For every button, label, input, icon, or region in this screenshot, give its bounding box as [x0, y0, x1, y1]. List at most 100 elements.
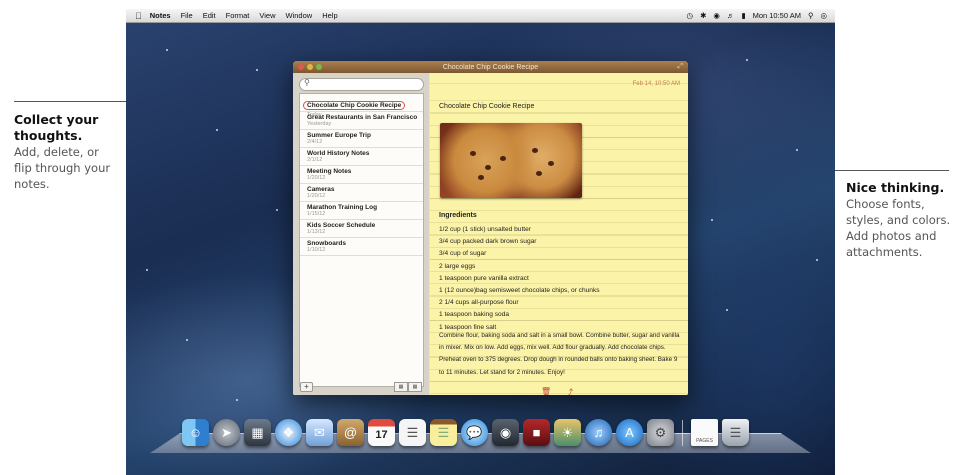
note-title: World History Notes	[307, 150, 370, 157]
note-title: Great Restaurants in San Francisco	[307, 114, 418, 121]
callout-collect-body: Add, delete, or flip through your notes.	[14, 145, 111, 191]
desktop-screen:  Notes File Edit Format View Window Hel…	[126, 9, 835, 475]
list-item[interactable]: Cameras 1/20/12	[300, 184, 423, 202]
safari-icon[interactable]: ❖	[275, 419, 302, 446]
dock-separator	[682, 420, 683, 446]
list-item[interactable]: Chocolate Chip Cookie Recipe Today	[300, 94, 423, 118]
volume-icon[interactable]: ♬	[727, 11, 735, 20]
note-date: 1/10/12	[307, 247, 326, 253]
ingredient-line: 3/4 cup packed dark brown sugar	[439, 238, 537, 246]
note-date: 2/1/12	[307, 157, 323, 163]
finder-icon[interactable]: ☺	[182, 419, 209, 446]
note-title: Cameras	[307, 186, 335, 193]
note-title: Snowboards	[307, 240, 347, 247]
contacts-icon[interactable]: @	[337, 419, 364, 446]
ingredient-line: 2 1/4 cups all-purpose flour	[439, 299, 519, 307]
apple-menu-icon[interactable]: 	[135, 11, 142, 21]
close-button[interactable]	[298, 64, 304, 70]
note-date: 2/4/12	[307, 139, 323, 145]
menu-clock[interactable]: Mon 10:50 AM	[753, 11, 801, 20]
share-icon[interactable]: ⤴	[565, 387, 573, 395]
fullscreen-icon[interactable]: ⤢	[677, 63, 683, 71]
ingredient-line: 1 teaspoon pure vanilla extract	[439, 274, 529, 282]
notes-window: Chocolate Chip Cookie Recipe ⤢ ⚲ Chocola…	[293, 61, 688, 395]
menu-file[interactable]: File	[181, 11, 193, 20]
callout-nice-thinking-title: Nice thinking.	[846, 180, 945, 195]
sidebar-toolbar: + ▦ ▦	[293, 382, 429, 395]
window-title: Chocolate Chip Cookie Recipe	[442, 63, 539, 71]
note-title: Kids Soccer Schedule	[307, 222, 376, 229]
menu-format[interactable]: Format	[226, 11, 250, 20]
menu-help[interactable]: Help	[322, 11, 337, 20]
iphoto-icon[interactable]: ☀	[554, 419, 581, 446]
notes-list[interactable]: Chocolate Chip Cookie Recipe Today Great…	[299, 93, 424, 387]
reminders-icon[interactable]: ☰	[399, 419, 426, 446]
note-date: 1/15/12	[307, 211, 326, 217]
ingredient-line: 1 (12 ounce)bag semisweet chocolate chip…	[439, 287, 600, 295]
note-date: Yesterday	[307, 121, 332, 127]
dock: ☺ ➤ ▦ ❖ ✉ @ 17 ☰ ☰ 💬 ◉ ■ ☀ ♫ A ⚙ PAGES ☰	[182, 414, 749, 446]
list-item[interactable]: Snowboards 1/10/12	[300, 238, 423, 256]
note-date: 1/13/12	[307, 229, 326, 235]
search-input[interactable]: ⚲	[299, 78, 424, 91]
bluetooth-icon[interactable]: ✱	[700, 11, 706, 20]
itunes-icon[interactable]: ♫	[585, 419, 612, 446]
time-machine-icon[interactable]: ◷	[687, 11, 694, 20]
launchpad-icon[interactable]: ➤	[213, 419, 240, 446]
messages-icon[interactable]: 💬	[461, 419, 488, 446]
list-item[interactable]: Marathon Training Log 1/15/12	[300, 202, 423, 220]
system-preferences-icon[interactable]: ⚙	[647, 419, 674, 446]
list-item[interactable]: Summer Europe Trip 2/4/12	[300, 130, 423, 148]
window-titlebar[interactable]: Chocolate Chip Cookie Recipe ⤢	[293, 61, 688, 73]
add-note-button[interactable]: +	[300, 382, 313, 392]
ingredient-line: 2 large eggs	[439, 262, 476, 270]
note-title: Meeting Notes	[307, 168, 352, 175]
spotlight-icon[interactable]: ⚲	[808, 11, 814, 20]
calendar-icon[interactable]: 17	[368, 419, 395, 446]
document-icon[interactable]: PAGES	[691, 419, 718, 446]
menu-bar:  Notes File Edit Format View Window Hel…	[126, 9, 835, 23]
directions-text: Combine flour, baking soda and salt in a…	[439, 332, 680, 376]
note-title: Summer Europe Trip	[307, 132, 371, 139]
trash-icon[interactable]: 🗑	[541, 387, 551, 395]
ingredient-line: 1/2 cup (1 stick) unsalted butter	[439, 226, 531, 233]
cookie-photo[interactable]	[440, 123, 582, 198]
callout-nice-thinking-body: Choose fonts, styles, and colors. Add ph…	[846, 197, 951, 259]
wifi-icon[interactable]: ◉	[713, 11, 720, 20]
photo-booth-icon[interactable]: ■	[523, 419, 550, 446]
note-toolbar: 🗑 ⤴	[541, 387, 573, 395]
menu-window[interactable]: Window	[286, 11, 313, 20]
note-timestamp: Feb 14, 10:50 AM	[632, 81, 680, 87]
note-title: Chocolate Chip Cookie Recipe	[303, 101, 406, 110]
battery-icon[interactable]: ▮	[741, 11, 745, 20]
callout-nice-thinking: Nice thinking. Choose fonts, styles, and…	[846, 180, 958, 260]
menu-edit[interactable]: Edit	[203, 11, 216, 20]
ingredients-list: 1/2 cup (1 stick) unsalted butter 3/4 cu…	[439, 224, 600, 334]
folders-view-icon[interactable]: ▦	[408, 382, 422, 392]
facetime-icon[interactable]: ◉	[492, 419, 519, 446]
note-date: 1/20/12	[307, 175, 326, 181]
notes-icon[interactable]: ☰	[430, 419, 457, 446]
menu-view[interactable]: View	[259, 11, 275, 20]
note-title: Marathon Training Log	[307, 204, 378, 211]
list-item[interactable]: World History Notes 2/1/12	[300, 148, 423, 166]
callout-collect: Collect your thoughts. Add, delete, or f…	[14, 112, 119, 192]
minimize-button[interactable]	[307, 64, 313, 70]
note-heading: Chocolate Chip Cookie Recipe	[439, 103, 535, 110]
note-date: 1/20/12	[307, 193, 326, 199]
zoom-button[interactable]	[316, 64, 322, 70]
notification-center-icon[interactable]: ◎	[820, 11, 827, 20]
list-item[interactable]: Meeting Notes 1/20/12	[300, 166, 423, 184]
ingredient-line: 1 teaspoon baking soda	[439, 311, 510, 319]
list-item[interactable]: Kids Soccer Schedule 1/13/12	[300, 220, 423, 238]
mission-control-icon[interactable]: ▦	[244, 419, 271, 446]
app-store-icon[interactable]: A	[616, 419, 643, 446]
list-item[interactable]: Great Restaurants in San Francisco Yeste…	[300, 112, 423, 130]
menu-app-notes[interactable]: Notes	[150, 11, 171, 20]
list-view-icon[interactable]: ▦	[394, 382, 408, 392]
ingredients-heading: Ingredients	[439, 212, 477, 219]
mail-icon[interactable]: ✉	[306, 419, 333, 446]
trash-icon[interactable]: ☰	[722, 419, 749, 446]
callout-collect-title: Collect your thoughts.	[14, 112, 99, 143]
note-editor[interactable]: Feb 14, 10:50 AM Chocolate Chip Cookie R…	[430, 73, 688, 395]
